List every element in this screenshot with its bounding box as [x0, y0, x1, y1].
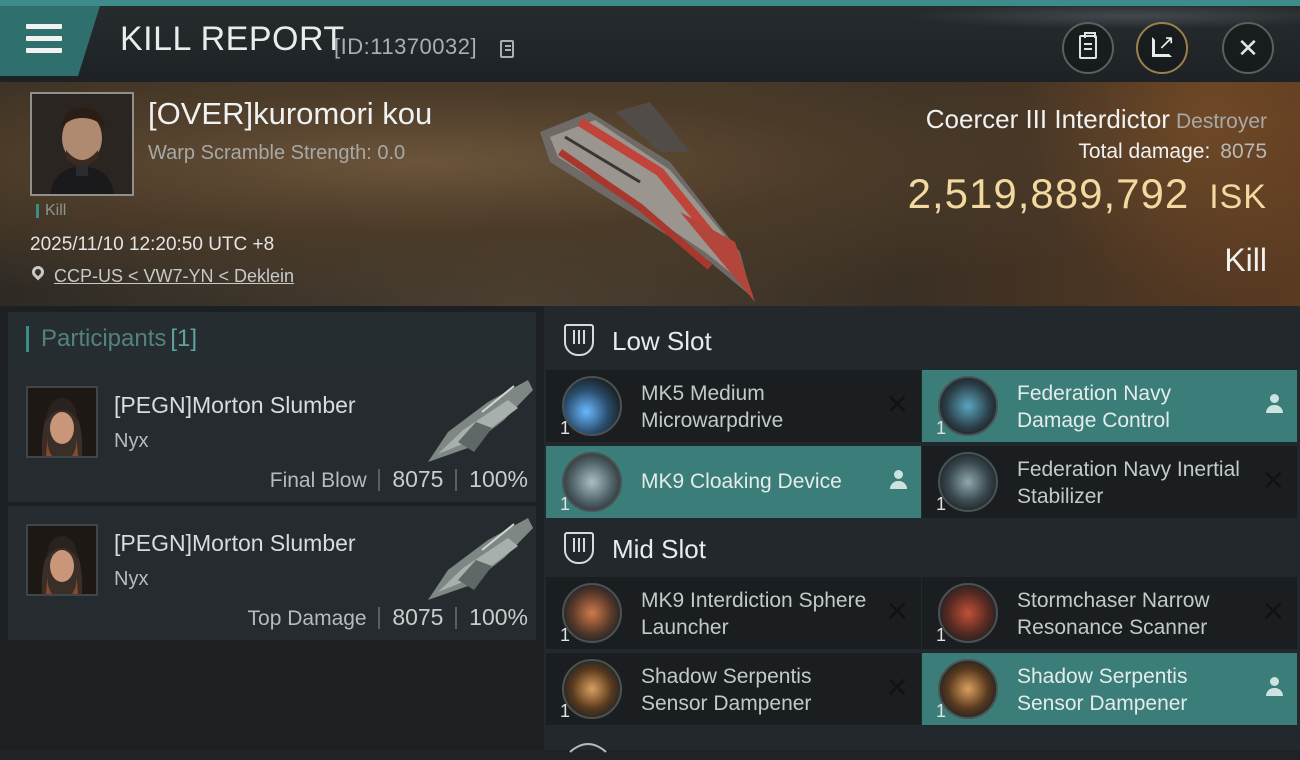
participant-ship: Nyx: [114, 430, 149, 452]
participant-ship-image: [428, 518, 533, 600]
module-name: MK9 Cloaking Device: [641, 470, 842, 493]
participant-role: Final Blow: [269, 469, 367, 492]
victim-name: [OVER]kuromori kou: [148, 96, 433, 131]
participant-name: [PEGN]Morton Slumber: [114, 392, 356, 418]
destroyed-icon: ✕: [885, 596, 909, 627]
mid-slot-icon: [564, 532, 594, 564]
interdiction-sphere-launcher-icon: [562, 583, 622, 643]
module-quantity: 1: [936, 625, 947, 645]
low-slot-header: Low Slot: [544, 308, 1300, 372]
share-button[interactable]: ↗: [1136, 22, 1188, 74]
participant-percent: 100%: [469, 466, 528, 492]
module-item[interactable]: 1 MK9 Interdiction Sphere Launcher ✕: [546, 577, 921, 649]
module-item[interactable]: 1 Federation Navy Inertial Stabilizer ✕: [922, 446, 1297, 518]
cloaking-device-icon: [562, 452, 622, 512]
module-quantity: 1: [936, 418, 947, 438]
dropped-person-icon: [1265, 677, 1283, 697]
copy-icon[interactable]: [500, 40, 514, 58]
report-id: [ID:11370032]: [334, 34, 478, 59]
destroyed-icon: ✕: [885, 389, 909, 420]
module-name: Federation Navy Inertial Stabilizer: [1017, 458, 1240, 508]
close-icon: ✕: [1237, 33, 1259, 63]
participant-name: [PEGN]Morton Slumber: [114, 530, 356, 556]
total-damage-value: 8075: [1220, 140, 1267, 163]
location-pin-icon: [29, 263, 47, 281]
top-bar: KILL REPORT [ID:11370032] ↗ ✕: [0, 0, 1300, 82]
participant-avatar: [26, 386, 98, 458]
module-item[interactable]: 1 MK5 Medium Microwarpdrive ✕: [546, 370, 921, 442]
module-item[interactable]: 1 Stormchaser Narrow Resonance Scanner ✕: [922, 577, 1297, 649]
module-quantity: 1: [560, 494, 571, 514]
module-name: Shadow Serpentis Sensor Dampener: [1017, 665, 1188, 715]
participant-stats: Final Blow 8075 100%: [270, 466, 528, 493]
participant-damage: 8075: [392, 604, 444, 630]
participant-percent: 100%: [469, 604, 528, 630]
mid-slot-title: Mid Slot: [612, 534, 706, 564]
warp-scramble-strength: Warp Scramble Strength: 0.0: [148, 142, 406, 164]
victim-summary: [OVER]kuromori kou Warp Scramble Strengt…: [0, 82, 1300, 306]
participant-card[interactable]: [PEGN]Morton Slumber Nyx Final Blow 8075…: [8, 368, 536, 502]
low-slot-title: Low Slot: [612, 326, 712, 356]
inertial-stabilizer-icon: [938, 452, 998, 512]
participant-avatar: [26, 524, 98, 596]
close-button[interactable]: ✕: [1222, 22, 1274, 74]
total-damage: Total damage: 8075: [1078, 140, 1267, 164]
victim-ship-image: [540, 102, 755, 302]
sensor-dampener-icon: [938, 659, 998, 719]
sensor-dampener-icon: [562, 659, 622, 719]
victim-portrait[interactable]: [30, 92, 134, 196]
module-name: Federation Navy Damage Control: [1017, 382, 1172, 432]
isk-unit: ISK: [1209, 178, 1267, 216]
page-title: KILL REPORT: [120, 20, 345, 58]
dropped-person-icon: [1265, 394, 1283, 414]
module-name: MK9 Interdiction Sphere Launcher: [641, 589, 867, 639]
mid-slot-header: Mid Slot: [544, 516, 1300, 580]
low-slot-icon: [564, 324, 594, 356]
destroyed-icon: ✕: [1261, 465, 1285, 496]
participant-damage: 8075: [392, 466, 444, 492]
kill-tag: Kill: [36, 203, 66, 219]
next-slot-header-partial: [568, 734, 768, 754]
clipboard-button[interactable]: [1062, 22, 1114, 74]
ship-name: Coercer III Interdictor: [925, 104, 1170, 134]
module-name: Stormchaser Narrow Resonance Scanner: [1017, 589, 1210, 639]
module-item[interactable]: 1 Federation Navy Damage Control: [922, 370, 1297, 442]
kill-result: Kill: [1224, 242, 1267, 278]
module-quantity: 1: [936, 494, 947, 514]
damage-control-icon: [938, 376, 998, 436]
clipboard-icon: [1079, 32, 1097, 59]
module-quantity: 1: [936, 701, 947, 721]
module-name: Shadow Serpentis Sensor Dampener: [641, 665, 812, 715]
location-link[interactable]: CCP-US < VW7-YN < Deklein: [54, 266, 294, 287]
participant-stats: Top Damage 8075 100%: [248, 604, 528, 631]
participant-ship: Nyx: [114, 568, 149, 590]
module-item[interactable]: 1 Shadow Serpentis Sensor Dampener ✕: [546, 653, 921, 725]
resonance-scanner-icon: [938, 583, 998, 643]
participant-card[interactable]: [PEGN]Morton Slumber Nyx Top Damage 8075…: [8, 506, 536, 640]
participant-ship-image: [428, 380, 533, 462]
destroyed-icon: ✕: [885, 672, 909, 703]
victim-ship: Coercer III Interdictor Destroyer: [926, 104, 1267, 135]
total-damage-label: Total damage:: [1078, 140, 1211, 163]
isk-amount: 2,519,889,792: [907, 170, 1190, 217]
module-quantity: 1: [560, 625, 571, 645]
module-quantity: 1: [560, 701, 571, 721]
participant-role: Top Damage: [247, 607, 367, 630]
module-item[interactable]: 1 MK9 Cloaking Device: [546, 446, 921, 518]
microwarpdrive-icon: [562, 376, 622, 436]
participants-header: Participants [1]: [8, 312, 536, 368]
kill-datetime: 2025/11/10 12:20:50 UTC +8: [30, 234, 275, 255]
menu-button[interactable]: [0, 6, 100, 76]
destroyed-icon: ✕: [1261, 596, 1285, 627]
participants-label: Participants [1]: [26, 326, 197, 352]
ship-class: Destroyer: [1175, 110, 1267, 133]
module-quantity: 1: [560, 418, 571, 438]
module-name: MK5 Medium Microwarpdrive: [641, 382, 784, 432]
dropped-person-icon: [889, 470, 907, 490]
module-item[interactable]: 1 Shadow Serpentis Sensor Dampener: [922, 653, 1297, 725]
participants-count: [1]: [170, 325, 198, 352]
isk-value: 2,519,889,792 ISK: [908, 170, 1267, 218]
